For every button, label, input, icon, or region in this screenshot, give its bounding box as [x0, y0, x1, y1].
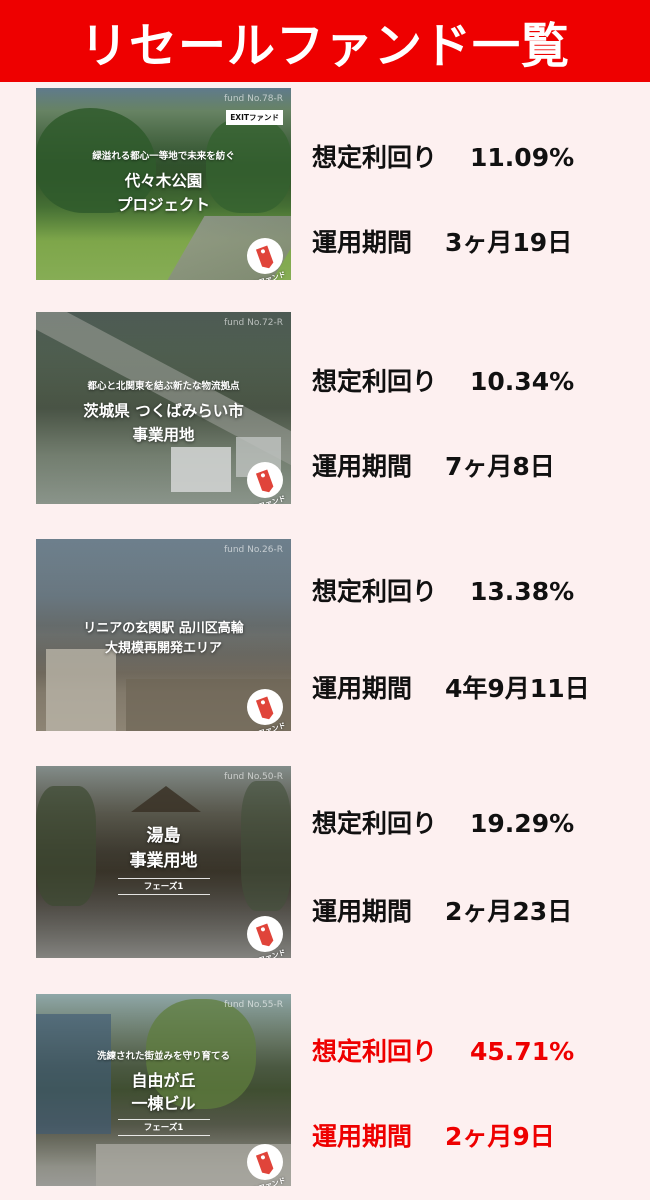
fund-thumbnail[interactable]: fund No.26-R リニアの玄関駅 品川区高輪 大規模再開発エリア リセー… — [36, 539, 291, 731]
page-header: リセールファンド一覧 — [0, 0, 650, 82]
fund-tagline: 都心と北関東を結ぶ新たな物流拠点 — [87, 381, 240, 392]
expected-yield-row: 想定利回り 19.29% — [312, 804, 574, 840]
yield-label: 想定利回り — [312, 143, 438, 172]
period-label: 運用期間 — [312, 674, 413, 703]
yield-label: 想定利回り — [312, 809, 438, 838]
thumbnail-caption: リニアの玄関駅 品川区高輪 大規模再開発エリア — [36, 619, 291, 659]
expected-yield-row: 想定利回り 45.71% — [312, 1032, 574, 1068]
fund-name-line: 代々木公園 — [124, 172, 203, 190]
operation-period-row: 運用期間 2ヶ月9日 — [312, 1117, 555, 1153]
fund-number: fund No.78-R — [223, 94, 283, 104]
fund-name-line: 大規模再開発エリア — [104, 641, 222, 656]
expected-yield-row: 想定利回り 11.09% — [312, 138, 574, 174]
period-label: 運用期間 — [312, 897, 413, 926]
yield-value: 13.38% — [470, 577, 575, 606]
period-value: 7ヶ月8日 — [445, 452, 555, 481]
yield-value: 10.34% — [470, 367, 575, 396]
fund-card[interactable]: fund No.78-R EXITファンド 緑溢れる都心一等地で未来を紡ぐ 代々… — [0, 88, 650, 280]
fund-thumbnail[interactable]: fund No.78-R EXITファンド 緑溢れる都心一等地で未来を紡ぐ 代々… — [36, 88, 291, 280]
fund-tagline: 緑溢れる都心一等地で未来を紡ぐ — [92, 151, 235, 162]
yield-value: 19.29% — [470, 809, 575, 838]
price-tag-icon — [247, 689, 283, 725]
page-title: リセールファンド一覧 — [79, 18, 570, 74]
fund-name-line: 湯島 — [146, 826, 181, 846]
yield-value: 11.09% — [470, 143, 575, 172]
fund-card[interactable]: fund No.50-R 湯島 事業用地 フェーズ1 リセールファンド 想定利回… — [0, 766, 650, 958]
fund-card[interactable]: fund No.26-R リニアの玄関駅 品川区高輪 大規模再開発エリア リセー… — [0, 539, 650, 731]
fund-phase: フェーズ1 — [117, 1119, 210, 1136]
period-label: 運用期間 — [312, 228, 413, 257]
expected-yield-row: 想定利回り 10.34% — [312, 362, 574, 398]
fund-name-line: 事業用地 — [129, 851, 198, 871]
expected-yield-row: 想定利回り 13.38% — [312, 572, 574, 608]
fund-name-line: 事業用地 — [132, 426, 195, 444]
period-value: 3ヶ月19日 — [445, 228, 573, 257]
fund-name-line: 自由が丘 — [131, 1071, 196, 1090]
operation-period-row: 運用期間 2ヶ月23日 — [312, 892, 572, 928]
operation-period-row: 運用期間 7ヶ月8日 — [312, 447, 555, 483]
price-tag-icon — [247, 238, 283, 274]
yield-value: 45.71% — [470, 1037, 575, 1066]
price-tag-icon — [247, 1144, 283, 1180]
thumbnail-caption: 湯島 事業用地 フェーズ1 — [36, 824, 291, 895]
fund-thumbnail[interactable]: fund No.55-R 洗練された街並みを守り育てる 自由が丘 一棟ビル フェ… — [36, 994, 291, 1186]
yield-label: 想定利回り — [312, 1037, 438, 1066]
fund-number: fund No.26-R — [223, 545, 283, 555]
fund-name-line: リニアの玄関駅 品川区高輪 — [83, 621, 244, 636]
price-tag-icon — [247, 916, 283, 952]
exit-fund-badge: EXITファンド — [226, 110, 283, 125]
fund-name-line: プロジェクト — [116, 196, 210, 214]
fund-card[interactable]: fund No.72-R 都心と北関東を結ぶ新たな物流拠点 茨城県 つくばみらい… — [0, 312, 650, 504]
fund-name-line: 茨城県 つくばみらい市 — [83, 402, 244, 420]
fund-phase: フェーズ1 — [117, 878, 210, 895]
period-value: 2ヶ月9日 — [445, 1122, 555, 1151]
fund-number: fund No.55-R — [223, 1000, 283, 1010]
period-label: 運用期間 — [312, 452, 413, 481]
price-tag-icon — [247, 462, 283, 498]
thumbnail-caption: 緑溢れる都心一等地で未来を紡ぐ 代々木公園 プロジェクト — [36, 148, 291, 217]
period-value: 2ヶ月23日 — [445, 897, 573, 926]
thumbnail-caption: 都心と北関東を結ぶ新たな物流拠点 茨城県 つくばみらい市 事業用地 — [36, 378, 291, 447]
fund-name-line: 一棟ビル — [131, 1094, 196, 1113]
operation-period-row: 運用期間 4年9月11日 — [312, 669, 590, 705]
fund-thumbnail[interactable]: fund No.72-R 都心と北関東を結ぶ新たな物流拠点 茨城県 つくばみらい… — [36, 312, 291, 504]
fund-number: fund No.72-R — [223, 318, 283, 328]
fund-tagline: 洗練された街並みを守り育てる — [96, 1051, 230, 1062]
yield-label: 想定利回り — [312, 577, 438, 606]
thumbnail-caption: 洗練された街並みを守り育てる 自由が丘 一棟ビル フェーズ1 — [36, 1048, 291, 1136]
fund-number: fund No.50-R — [223, 772, 283, 782]
operation-period-row: 運用期間 3ヶ月19日 — [312, 223, 572, 259]
period-label: 運用期間 — [312, 1122, 413, 1151]
fund-card[interactable]: fund No.55-R 洗練された街並みを守り育てる 自由が丘 一棟ビル フェ… — [0, 994, 650, 1186]
yield-label: 想定利回り — [312, 367, 438, 396]
fund-thumbnail[interactable]: fund No.50-R 湯島 事業用地 フェーズ1 リセールファンド — [36, 766, 291, 958]
period-value: 4年9月11日 — [445, 674, 590, 703]
